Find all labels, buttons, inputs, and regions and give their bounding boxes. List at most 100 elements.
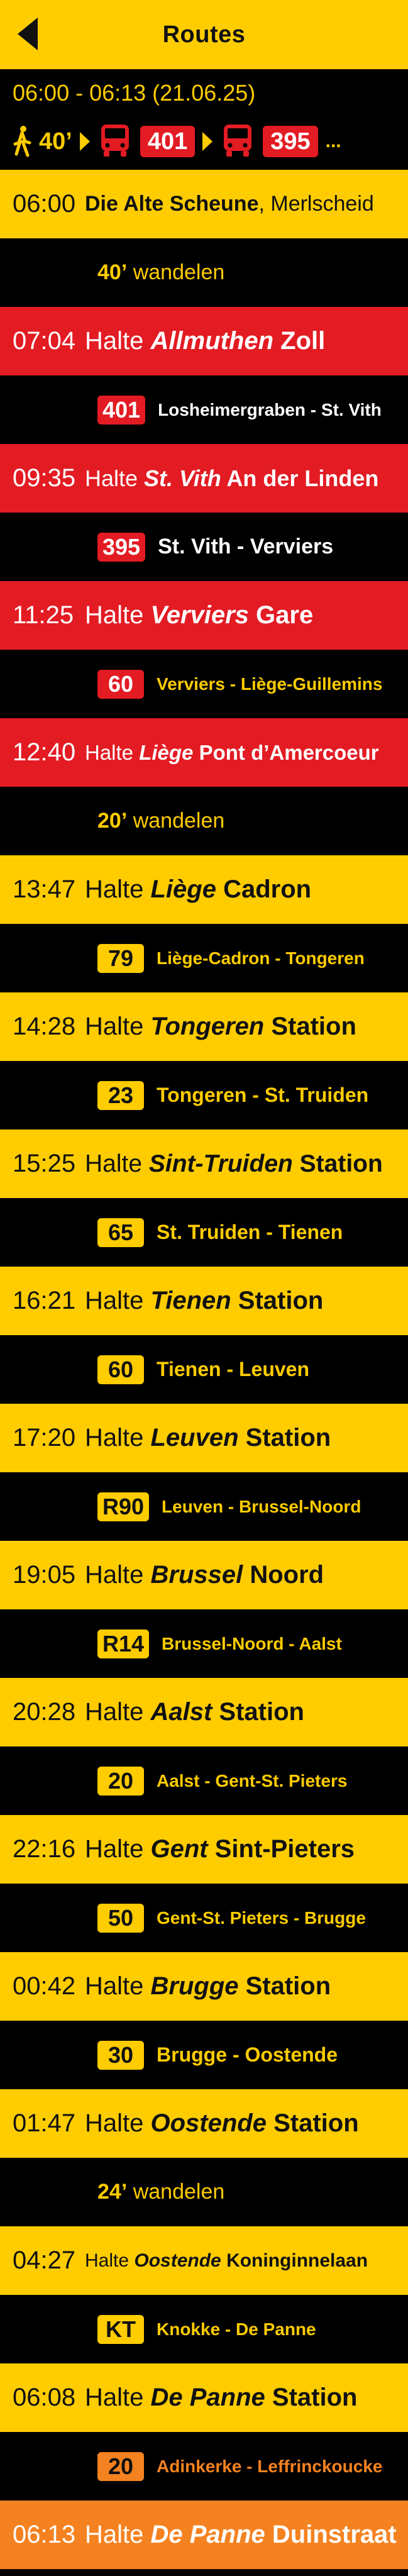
transit-leg-row[interactable]: 20 Aalst - Gent-St. Pieters [0,1746,408,1815]
line-badge: 23 [97,1080,144,1110]
stop-name: Halte Liège Cadron [85,875,312,903]
walk-leg-row: 20’ wandelen [0,787,408,855]
back-arrow-icon[interactable] [18,18,38,50]
stop-name: Halte Leuven Station [85,1424,331,1452]
stop-time: 20:28 [13,1698,76,1726]
stop-row[interactable]: 16:21 Halte Tienen Station [0,1267,408,1335]
stop-row[interactable]: 06:13 Halte De Panne Duinstraat [0,2501,408,2569]
stop-time: 12:40 [13,738,76,766]
stop-name: Halte Aalst Station [85,1698,304,1726]
stop-time: 11:25 [13,601,74,629]
transit-leg-row[interactable]: 65 St. Truiden - Tienen [0,1198,408,1267]
stop-name: Halte Oostende Koninginnelaan [85,2250,368,2271]
route-text: Aalst - Gent-St. Pieters [157,1770,348,1790]
stop-row[interactable]: 14:28 Halte Tongeren Station [0,992,408,1061]
chevron-right-icon [79,132,90,151]
route-text: Tongeren - St. Truiden [157,1084,369,1106]
route-text: St. Truiden - Tienen [157,1221,343,1243]
stop-name: Halte De Panne Station [85,2384,358,2411]
line-badge: 79 [97,943,144,973]
line-badge: R14 [97,1629,150,1658]
line-badge: 395 [97,532,146,562]
time-range: 06:00 - 06:13 (21.06.25) [13,80,256,106]
stop-name: Halte De Panne Duinstraat [85,2521,397,2548]
stop-time: 09:35 [13,464,76,492]
bus-icon [97,122,133,162]
stop-row[interactable]: 01:47 Halte Oostende Station [0,2089,408,2158]
line-badge: 401 [97,395,146,425]
transit-leg-row[interactable]: KT Knokke - De Panne [0,2295,408,2363]
transit-leg-row[interactable]: 30 Brugge - Oostende [0,2021,408,2089]
stop-name: Halte Verviers Gare [85,601,314,629]
stop-row[interactable]: 06:00 Die Alte Scheune, Merlscheid [0,170,408,238]
stop-row[interactable]: 13:47 Halte Liège Cadron [0,855,408,924]
stop-time: 06:13 [13,2521,76,2548]
stop-row[interactable]: 19:05 Halte Brussel Noord [0,1541,408,1609]
stop-row[interactable]: 09:35 Halte St. Vith An der Linden [0,444,408,513]
walk-duration: 40’ [39,128,72,155]
route-text: Liège-Cadron - Tongeren [157,948,365,968]
stop-row[interactable]: 22:16 Halte Gent Sint-Pieters [0,1815,408,1884]
stop-row[interactable]: 20:28 Halte Aalst Station [0,1678,408,1746]
stop-name: Halte Liège Pont d’Amercoeur [85,740,379,764]
stop-name: Halte Allmuthen Zoll [85,327,326,355]
transit-leg-row[interactable]: 60 Verviers - Liège-Guillemins [0,650,408,718]
chevron-right-icon [202,132,213,151]
line-badge: 60 [97,1355,144,1384]
transit-leg-row[interactable]: 401 Losheimergraben - St. Vith [0,375,408,444]
route-text: Adinkerke - Leffrinckoucke [157,2456,383,2476]
transit-leg-row[interactable]: 20 Adinkerke - Leffrinckoucke [0,2432,408,2501]
stop-name: Halte Sint-Truiden Station [85,1150,383,1177]
line-badge: 50 [97,1903,144,1933]
stop-time: 17:20 [13,1424,76,1452]
line-badge: R90 [97,1492,150,1521]
walk-text: 20’ wandelen [97,809,225,833]
stop-row[interactable]: 06:08 Halte De Panne Station [0,2363,408,2432]
line-badge: 60 [97,669,144,699]
line-badge: 20 [97,2451,144,2481]
bus-icon [220,122,255,162]
route-summary: 06:00 - 06:13 (21.06.25) 40’ 401 395 ... [0,69,408,170]
route-text: St. Vith - Verviers [158,535,334,558]
route-text: Gent-St. Pieters - Brugge [157,1907,366,1928]
top-bar: Routes [0,0,408,69]
stop-row[interactable]: 11:25 Halte Verviers Gare [0,581,408,650]
stop-row[interactable]: 15:25 Halte Sint-Truiden Station [0,1130,408,1198]
line-badge: 30 [97,2040,144,2070]
stop-name: Die Alte Scheune, Merlscheid [85,192,374,216]
line-badge: 65 [97,1218,144,1247]
page-title: Routes [162,21,246,48]
stop-row[interactable]: 00:42 Halte Brugge Station [0,1952,408,2021]
stop-name: Halte Oostende Station [85,2109,359,2137]
walking-person-icon [13,125,31,158]
stop-time: 04:27 [13,2246,76,2274]
transit-leg-row[interactable]: 395 St. Vith - Verviers [0,513,408,581]
transit-leg-row[interactable]: 79 Liège-Cadron - Tongeren [0,924,408,992]
route-text: Brugge - Oostende [157,2043,338,2066]
route-text: Losheimergraben - St. Vith [158,399,382,419]
stop-name: Halte Tongeren Station [85,1013,356,1040]
stop-time: 00:42 [13,1972,76,2000]
stop-time: 13:47 [13,875,76,903]
stop-row[interactable]: 12:40 Halte Liège Pont d’Amercoeur [0,718,408,787]
stop-row[interactable]: 17:20 Halte Leuven Station [0,1404,408,1472]
stop-time: 06:08 [13,2384,76,2411]
transit-leg-row[interactable]: 50 Gent-St. Pieters - Brugge [0,1884,408,1952]
transit-leg-row[interactable]: 60 Tienen - Leuven [0,1335,408,1404]
stop-name: Halte Tienen Station [85,1287,324,1314]
stop-row[interactable]: 07:04 Halte Allmuthen Zoll [0,307,408,375]
transit-leg-row[interactable]: R14 Brussel-Noord - Aalst [0,1609,408,1678]
stop-time: 14:28 [13,1013,76,1040]
stop-time: 16:21 [13,1287,76,1314]
route-text: Verviers - Liège-Guillemins [157,674,383,694]
stop-time: 15:25 [13,1150,76,1177]
stop-time: 06:00 [13,190,76,218]
transit-leg-row[interactable]: 23 Tongeren - St. Truiden [0,1061,408,1130]
stop-name: Halte St. Vith An der Linden [85,465,379,491]
stop-time: 01:47 [13,2109,76,2137]
more-indicator: ... [325,131,341,152]
transit-leg-row[interactable]: R90 Leuven - Brussel-Noord [0,1472,408,1541]
walk-text: 24’ wandelen [97,2180,225,2204]
stop-row[interactable]: 04:27 Halte Oostende Koninginnelaan [0,2226,408,2295]
line-badge: 20 [97,1766,144,1796]
